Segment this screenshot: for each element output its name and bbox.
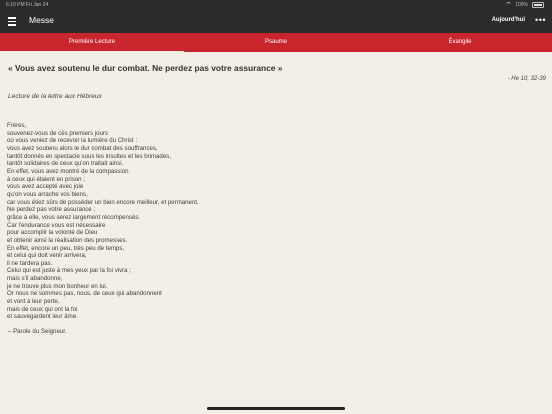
reading-line: qu'on vous arrache vos biens, <box>7 190 88 198</box>
reading-line: car vous étiez sûrs de posséder un bien … <box>7 198 199 206</box>
reading-line: Celui qui est juste à mes yeux par la fo… <box>7 267 131 275</box>
reading-line: souvenez-vous de ces premiers jours <box>7 129 108 137</box>
reading-line: pour accomplir la volonté de Dieu <box>7 229 98 237</box>
reading-line: je ne trouve plus mon bonheur en lui. <box>7 282 108 290</box>
reading-line: mais de ceux qui ont la foi <box>7 305 78 313</box>
reading-line: où vous veniez de recevoir la lumière du… <box>7 137 138 145</box>
home-indicator[interactable] <box>207 407 345 410</box>
reading-line: vous avez accepté avec joie <box>7 183 84 191</box>
reading-line: et celui qui doit venir arrivera, <box>7 252 87 260</box>
reading-line: tantôt solidaires de ceux qu'on traitait… <box>7 160 124 168</box>
status-time: 6:10 PM Fri Jan 24 <box>6 2 49 8</box>
tab-evangile[interactable]: Évangile <box>368 33 552 52</box>
reading-line: Or nous ne sommes pas, nous, de ceux qui… <box>7 290 162 298</box>
reading-intro: Lecture de la lettre aux Hébreux <box>8 93 102 100</box>
reading-line: vous avez soutenu alors le dur combat de… <box>7 144 158 152</box>
reading-line: grâce à elle, vous serez largement récom… <box>7 213 141 221</box>
reading-title: « Vous avez soutenu le dur combat. Ne pe… <box>8 63 283 73</box>
reading-content[interactable]: « Vous avez soutenu le dur combat. Ne pe… <box>0 52 552 414</box>
reading-line: tantôt donnés en spectacle sous les insu… <box>7 152 171 160</box>
reading-line: Ne perdez pas votre assurance ; <box>7 206 96 214</box>
tab-premiere-lecture[interactable]: Première Lecture <box>0 33 184 53</box>
wifi-icon <box>506 2 512 8</box>
reading-line: Car l'endurance vous est nécessaire <box>7 221 106 229</box>
status-bar: 6:10 PM Fri Jan 24 100% <box>0 0 552 10</box>
reading-line: et obtenir ainsi la réalisation des prom… <box>7 236 128 244</box>
reading-line: En effet, vous avez montré de la compass… <box>7 167 129 175</box>
reading-line: En effet, encore un peu, très peu de tem… <box>7 244 125 252</box>
page-title: Messe <box>29 15 55 25</box>
hamburger-menu-icon[interactable] <box>8 17 16 26</box>
reading-closing: – Parole du Seigneur. <box>8 328 67 335</box>
battery-icon <box>532 2 544 8</box>
status-indicators: 100% <box>506 2 544 8</box>
reading-line: Frères, <box>7 122 27 129</box>
reading-line: il ne tardera pas. <box>7 259 53 267</box>
scripture-reference: - He 10, 32-39 <box>507 76 546 82</box>
tab-psaume[interactable]: Psaume <box>184 33 368 52</box>
reading-line: à ceux qui étaient en prison ; <box>7 175 85 183</box>
reading-body: Frères, souvenez-vous de ces premiers jou… <box>7 122 527 321</box>
top-navbar: Messe Aujourd'hui ••• <box>0 10 552 33</box>
more-options-icon[interactable]: ••• <box>535 16 546 25</box>
reading-line: et vont à leur perte, <box>7 298 60 306</box>
battery-percent: 100% <box>515 2 528 8</box>
today-button[interactable]: Aujourd'hui <box>492 17 525 23</box>
reading-line: et sauvegardent leur âme. <box>7 313 78 321</box>
reading-tabs: Première Lecture Psaume Évangile <box>0 33 552 53</box>
reading-line: mais s'il abandonne, <box>7 275 63 283</box>
